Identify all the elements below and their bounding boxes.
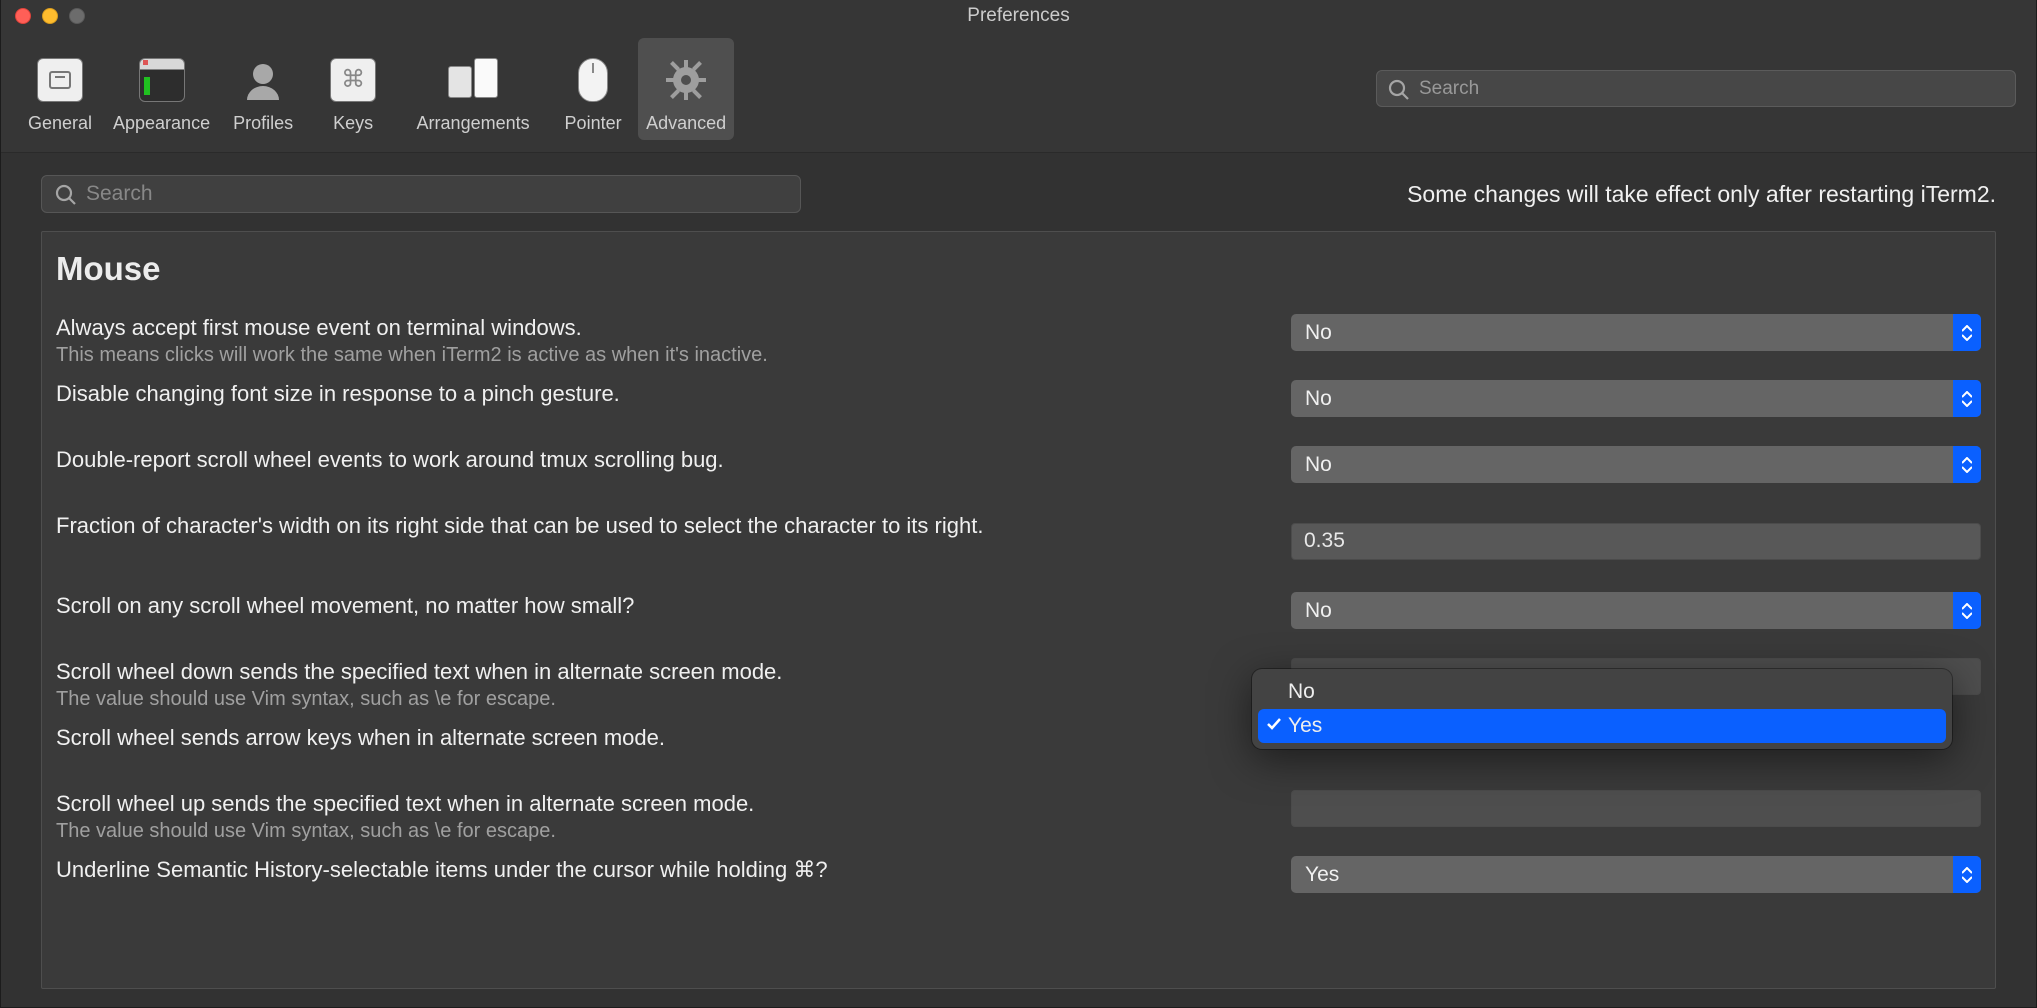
option-label: Yes: [1288, 714, 1322, 738]
chevron-updown-icon: [1953, 380, 1981, 417]
tab-profiles[interactable]: Profiles: [218, 38, 308, 140]
select-value: Yes: [1305, 863, 1339, 887]
titlebar: Preferences: [1, 0, 2036, 31]
advanced-filter[interactable]: [41, 175, 801, 213]
row-underline-cmd: Underline Semantic History-selectable it…: [56, 856, 1981, 914]
setting-label: Disable changing font size in response t…: [56, 380, 1271, 408]
input-scroll-up-txt[interactable]: [1291, 790, 1981, 827]
setting-desc: The value should use Vim syntax, such as…: [56, 820, 1271, 843]
section-title-mouse: Mouse: [56, 250, 1981, 288]
advanced-filter-input[interactable]: [86, 182, 788, 206]
select-tmux[interactable]: No: [1291, 446, 1981, 483]
tab-label: Profiles: [233, 113, 293, 134]
setting-label: Double-report scroll wheel events to wor…: [56, 446, 1271, 474]
tab-pointer[interactable]: Pointer: [548, 38, 638, 140]
dropdown-option-no[interactable]: No: [1258, 675, 1946, 709]
search-icon: [54, 183, 76, 205]
chevron-updown-icon: [1953, 592, 1981, 629]
tab-label: Pointer: [565, 113, 622, 134]
select-first-mouse[interactable]: No: [1291, 314, 1981, 351]
setting-desc: This means clicks will work the same whe…: [56, 344, 1271, 367]
select-value: No: [1305, 387, 1332, 411]
toolbar-search[interactable]: [1376, 70, 2016, 107]
setting-label: Scroll wheel up sends the specified text…: [56, 790, 1271, 818]
preferences-toolbar: General Appearance Profiles: [1, 31, 2036, 153]
chevron-updown-icon: [1953, 314, 1981, 351]
advanced-icon: [661, 55, 711, 105]
select-value: No: [1305, 453, 1332, 477]
setting-label: Fraction of character's width on its rig…: [56, 512, 1271, 540]
select-pinch[interactable]: No: [1291, 380, 1981, 417]
setting-label: Scroll wheel down sends the specified te…: [56, 658, 1271, 686]
advanced-content: Some changes will take effect only after…: [1, 153, 2036, 1007]
tab-label: Keys: [333, 113, 373, 134]
tab-arrangements[interactable]: Arrangements: [398, 38, 548, 140]
check-icon: [1266, 714, 1282, 738]
select-value: No: [1305, 321, 1332, 345]
row-any-scroll: Scroll on any scroll wheel movement, no …: [56, 592, 1981, 650]
setting-label: Underline Semantic History-selectable it…: [56, 856, 1271, 884]
row-pinch: Disable changing font size in response t…: [56, 380, 1981, 438]
toolbar-search-input[interactable]: [1419, 78, 2005, 100]
search-icon: [1387, 78, 1409, 100]
select-underline-cmd[interactable]: Yes: [1291, 856, 1981, 893]
setting-label: Always accept first mouse event on termi…: [56, 314, 1271, 342]
window-title: Preferences: [1, 5, 2036, 27]
dropdown-option-yes[interactable]: Yes: [1258, 709, 1946, 743]
restart-notice: Some changes will take effect only after…: [1407, 181, 1996, 208]
tab-keys[interactable]: ⌘ Keys: [308, 38, 398, 140]
advanced-panel: Mouse Always accept first mouse event on…: [41, 231, 1996, 989]
chevron-updown-icon: [1953, 856, 1981, 893]
arrangements-icon: [448, 55, 498, 105]
select-value: No: [1305, 599, 1332, 623]
setting-label: Scroll on any scroll wheel movement, no …: [56, 592, 1271, 620]
tab-label: Advanced: [646, 113, 726, 134]
tab-general[interactable]: General: [15, 38, 105, 140]
tab-advanced[interactable]: Advanced: [638, 38, 734, 140]
tab-appearance[interactable]: Appearance: [105, 38, 218, 140]
tab-label: General: [28, 113, 92, 134]
row-char-frac: Fraction of character's width on its rig…: [56, 512, 1981, 570]
select-any-scroll[interactable]: No: [1291, 592, 1981, 629]
row-tmux: Double-report scroll wheel events to wor…: [56, 446, 1981, 504]
setting-desc: The value should use Vim syntax, such as…: [56, 688, 1271, 711]
option-label: No: [1288, 680, 1315, 704]
general-icon: [35, 55, 85, 105]
keys-icon: ⌘: [328, 55, 378, 105]
tab-label: Arrangements: [417, 113, 530, 134]
input-char-frac[interactable]: [1291, 523, 1981, 560]
row-first-mouse: Always accept first mouse event on termi…: [56, 314, 1981, 372]
chevron-updown-icon: [1953, 446, 1981, 483]
appearance-icon: [137, 55, 187, 105]
pointer-icon: [568, 55, 618, 105]
profiles-icon: [238, 55, 288, 105]
row-scroll-up-txt: Scroll wheel up sends the specified text…: [56, 790, 1981, 848]
dropdown-scroll-arrow[interactable]: No Yes: [1252, 669, 1952, 749]
tab-label: Appearance: [113, 113, 210, 134]
preferences-window: Preferences General Appeara: [0, 0, 2037, 1008]
setting-label: Scroll wheel sends arrow keys when in al…: [56, 724, 1271, 752]
